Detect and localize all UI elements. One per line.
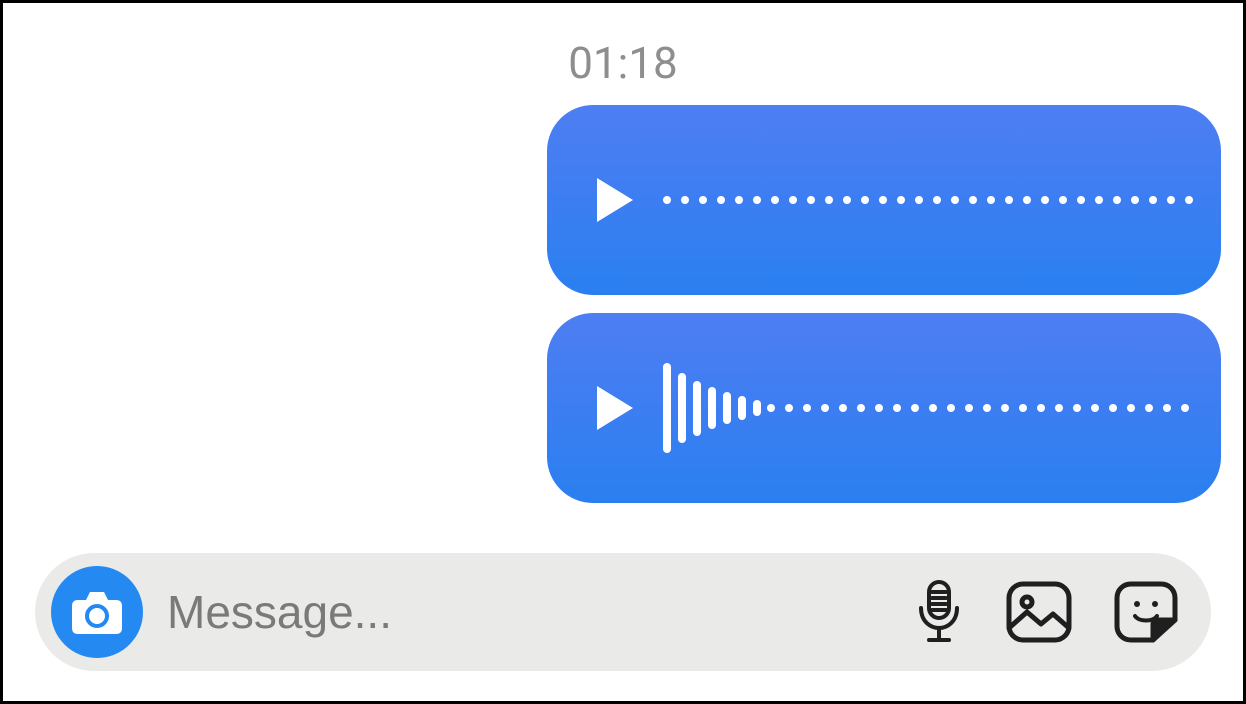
- waveform-dots: [663, 196, 1193, 204]
- voice-waveform[interactable]: [663, 348, 1189, 468]
- mic-button[interactable]: [913, 578, 965, 646]
- waveform-dots: [767, 404, 1189, 412]
- play-icon[interactable]: [597, 178, 633, 222]
- voice-message[interactable]: [547, 105, 1221, 295]
- sticker-button[interactable]: [1113, 580, 1179, 644]
- voice-waveform[interactable]: [663, 140, 1193, 260]
- gallery-icon: [1005, 580, 1073, 644]
- message-composer: [35, 553, 1211, 671]
- camera-button[interactable]: [51, 566, 143, 658]
- camera-icon: [70, 588, 124, 636]
- message-list: [547, 105, 1221, 503]
- chat-screen: 01:18: [0, 0, 1246, 704]
- voice-message[interactable]: [547, 313, 1221, 503]
- sticker-icon: [1113, 580, 1179, 644]
- mic-icon: [913, 578, 965, 646]
- composer-right-icons: [913, 578, 1179, 646]
- waveform-bars: [663, 363, 761, 453]
- message-input[interactable]: [143, 585, 913, 639]
- play-icon[interactable]: [597, 386, 633, 430]
- conversation-timestamp: 01:18: [3, 37, 1243, 89]
- gallery-button[interactable]: [1005, 580, 1073, 644]
